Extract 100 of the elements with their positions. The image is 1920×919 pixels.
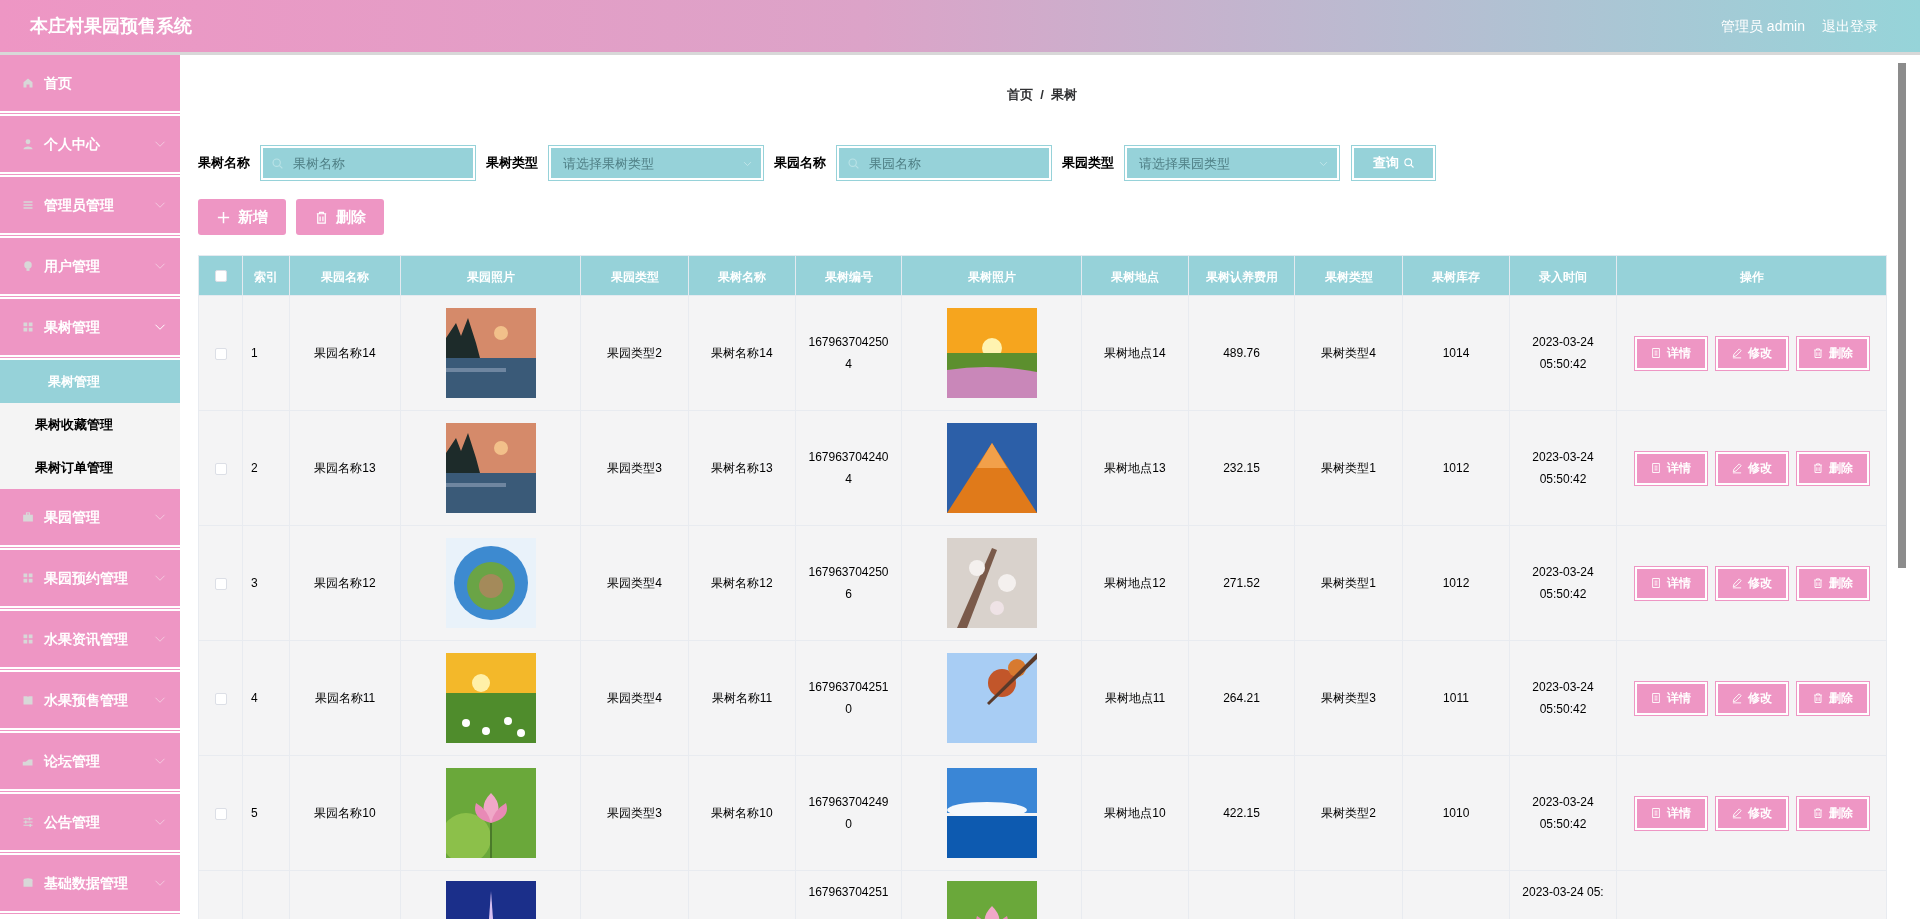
checkbox[interactable] xyxy=(214,577,227,590)
column-header: 录入时间 xyxy=(1539,269,1587,284)
submenu-item[interactable]: 果树收藏管理 xyxy=(0,403,180,446)
delete-button[interactable]: 删除 xyxy=(1796,796,1869,830)
table-cell-text: 4 xyxy=(251,690,258,707)
column-header: 果树编号 xyxy=(824,269,873,284)
table-cell-text: 1012 xyxy=(1442,460,1470,477)
edit-button[interactable]: 修改 xyxy=(1715,451,1788,485)
sidebar-label: 首页 xyxy=(44,73,73,93)
table-cell-text: 果树类型4 xyxy=(1321,345,1376,362)
field-label: 果树名称 xyxy=(198,154,250,173)
sidebar-item[interactable]: 果园管理 xyxy=(0,489,180,550)
delete-button[interactable]: 删除 xyxy=(296,199,384,235)
trash-icon xyxy=(314,209,329,225)
edit-button[interactable]: 修改 xyxy=(1715,681,1788,715)
column-header: 索引 xyxy=(254,269,278,284)
grid-icon xyxy=(22,572,34,584)
menu-icon xyxy=(22,199,34,211)
sidebar-item[interactable]: 管理员管理 xyxy=(0,177,180,238)
table-cell-text: 果园类型3 xyxy=(607,805,662,822)
submenu-item[interactable]: 果树管理 xyxy=(0,360,180,403)
table-cell-text: 果园类型2 xyxy=(607,345,662,362)
sidebar-item[interactable]: 果园预约管理 xyxy=(0,550,180,611)
sidebar-item[interactable]: 用户管理 xyxy=(0,238,180,299)
submenu-item[interactable]: 果树订单管理 xyxy=(0,446,180,489)
table-cell-text: 3 xyxy=(251,575,258,592)
table-cell-text: 果树地点11 xyxy=(1104,690,1166,707)
logout-link[interactable]: 退出登录 xyxy=(1822,15,1878,37)
sidebar-item[interactable]: 水果预售管理 xyxy=(0,672,180,733)
table-cell-text: 1679637042404 xyxy=(807,449,890,488)
scrollbar[interactable] xyxy=(1898,63,1906,568)
breadcrumb-item[interactable]: 首页 xyxy=(1007,84,1034,105)
table-cell-text: 果树名称11 xyxy=(711,690,773,707)
search-field[interactable]: 果树名称 xyxy=(261,146,475,180)
detail-button[interactable]: 详情 xyxy=(1634,336,1707,370)
detail-button[interactable]: 详情 xyxy=(1634,681,1707,715)
sidebar-label: 果树管理 xyxy=(44,317,101,337)
search-field[interactable]: 果园名称 xyxy=(837,146,1051,180)
delete-button[interactable]: 删除 xyxy=(1796,336,1869,370)
table-cell-text: 1679637042490 xyxy=(807,794,890,833)
delete-button[interactable]: 删除 xyxy=(1796,566,1869,600)
checkbox[interactable] xyxy=(214,347,227,360)
search-icon xyxy=(1402,157,1415,169)
table-cell-text: 果园类型4 xyxy=(607,575,662,592)
checkbox[interactable] xyxy=(214,807,227,820)
select-field[interactable]: 请选择果园类型 xyxy=(1125,146,1339,180)
sliders-icon xyxy=(22,816,34,828)
trash-icon xyxy=(1812,462,1824,474)
edit-button[interactable]: 修改 xyxy=(1715,566,1788,600)
table-cell-text: 果树类型1 xyxy=(1321,575,1376,592)
grid-icon xyxy=(22,321,34,333)
plus-icon xyxy=(216,209,231,225)
column-header: 果树名称 xyxy=(718,269,766,284)
table-cell-text: 1014 xyxy=(1442,345,1470,362)
briefcase-icon xyxy=(22,511,34,523)
sidebar-label: 果园预约管理 xyxy=(44,568,129,588)
edit-button[interactable]: 修改 xyxy=(1715,796,1788,830)
sidebar-item[interactable]: 果树管理 xyxy=(0,299,180,360)
column-header: 果树照片 xyxy=(967,269,1016,284)
sidebar-label: 管理员管理 xyxy=(44,195,115,215)
sidebar-item[interactable]: 论坛管理 xyxy=(0,733,180,794)
select-field[interactable]: 请选择果树类型 xyxy=(549,146,763,180)
table-cell-text: 232.15 xyxy=(1223,460,1260,477)
document-icon xyxy=(1650,692,1662,704)
column-header: 果园照片 xyxy=(466,269,515,284)
sidebar-item[interactable]: 水果资讯管理 xyxy=(0,611,180,672)
checkbox[interactable] xyxy=(214,462,227,475)
table-cell-text: 果树地点14 xyxy=(1104,345,1166,362)
column-header: 操作 xyxy=(1739,269,1764,284)
table-cell-text: 果园名称12 xyxy=(314,575,376,592)
detail-button[interactable]: 详情 xyxy=(1634,796,1707,830)
sidebar-item[interactable]: 个人中心 xyxy=(0,116,180,177)
document-icon xyxy=(1650,462,1662,474)
database-icon xyxy=(22,877,34,889)
checkbox[interactable] xyxy=(214,692,227,705)
trash-icon xyxy=(1812,807,1824,819)
column-header: 果树类型 xyxy=(1324,269,1373,284)
table-cell-text: 2023-03-24 05: xyxy=(1521,884,1605,901)
sidebar-item[interactable]: 首页 xyxy=(0,55,180,116)
table-cell-text: 1010 xyxy=(1442,805,1470,822)
table-cell-text: 果园名称10 xyxy=(314,805,376,822)
detail-button[interactable]: 详情 xyxy=(1634,451,1707,485)
breadcrumb-separator: / xyxy=(1040,85,1044,104)
detail-button[interactable]: 详情 xyxy=(1634,566,1707,600)
add-button[interactable]: 新增 xyxy=(198,199,286,235)
table-cell-text: 2 xyxy=(251,460,258,477)
sidebar-item[interactable]: 基础数据管理 xyxy=(0,855,180,916)
sidebar-label: 论坛管理 xyxy=(44,751,101,771)
trash-icon xyxy=(1812,692,1824,704)
table-cell-text: 1679637042504 xyxy=(807,334,890,373)
table-cell-text: 果园类型3 xyxy=(607,460,662,477)
delete-button[interactable]: 删除 xyxy=(1796,451,1869,485)
edit-button[interactable]: 修改 xyxy=(1715,336,1788,370)
query-button[interactable]: 查询 xyxy=(1352,146,1435,180)
table-cell-text: 422.15 xyxy=(1223,805,1260,822)
checkbox[interactable] xyxy=(214,270,227,283)
delete-button[interactable]: 删除 xyxy=(1796,681,1869,715)
trash-icon xyxy=(1812,347,1824,359)
sidebar-item[interactable]: 公告管理 xyxy=(0,794,180,855)
table-cell-text: 果树类型2 xyxy=(1321,805,1376,822)
